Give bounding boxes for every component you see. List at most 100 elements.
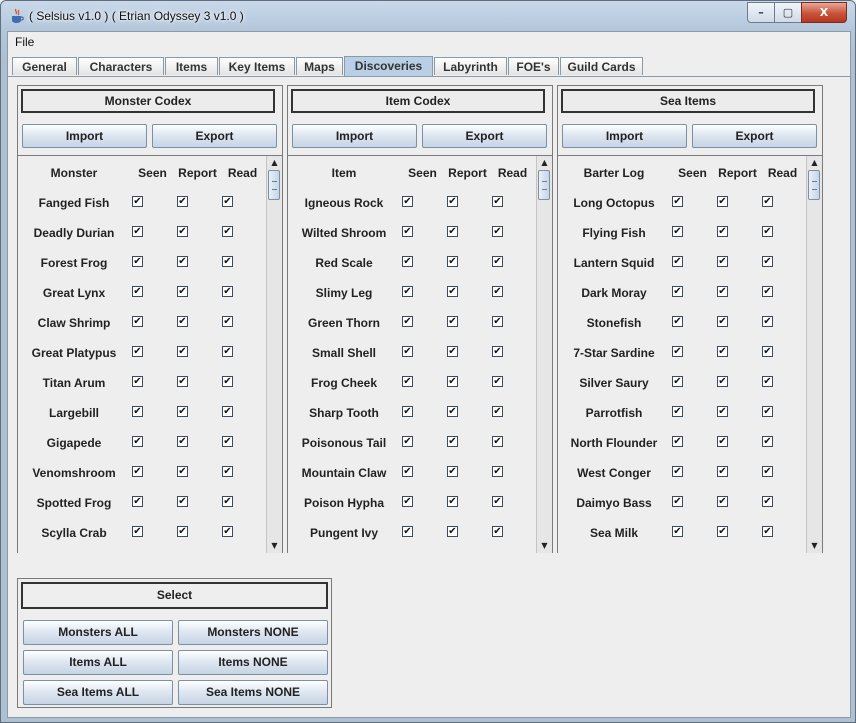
read-checkbox[interactable]: ✔ (762, 226, 773, 237)
read-checkbox[interactable]: ✔ (222, 346, 233, 357)
tab-general[interactable]: General (12, 57, 77, 75)
report-checkbox[interactable]: ✔ (447, 406, 458, 417)
read-checkbox[interactable]: ✔ (222, 286, 233, 297)
tab-discoveries[interactable]: Discoveries (344, 56, 433, 76)
report-checkbox[interactable]: ✔ (177, 436, 188, 447)
report-checkbox[interactable]: ✔ (177, 406, 188, 417)
tab-foe-s[interactable]: FOE's (508, 57, 559, 75)
maximize-button[interactable]: ▢ (774, 2, 802, 23)
report-checkbox[interactable]: ✔ (177, 316, 188, 327)
read-checkbox[interactable]: ✔ (492, 496, 503, 507)
seen-checkbox[interactable]: ✔ (132, 406, 143, 417)
read-checkbox[interactable]: ✔ (222, 496, 233, 507)
read-checkbox[interactable]: ✔ (492, 436, 503, 447)
report-checkbox[interactable]: ✔ (177, 376, 188, 387)
scroll-down-arrow-icon[interactable]: ▼ (537, 539, 552, 553)
seen-checkbox[interactable]: ✔ (402, 496, 413, 507)
items-all-button[interactable]: Items ALL (23, 650, 173, 675)
read-checkbox[interactable]: ✔ (222, 466, 233, 477)
tab-characters[interactable]: Characters (78, 57, 164, 75)
seen-checkbox[interactable]: ✔ (132, 526, 143, 537)
report-checkbox[interactable]: ✔ (717, 436, 728, 447)
report-checkbox[interactable]: ✔ (717, 286, 728, 297)
report-checkbox[interactable]: ✔ (717, 346, 728, 357)
seen-checkbox[interactable]: ✔ (132, 196, 143, 207)
vertical-scrollbar[interactable]: ▲ ▼ (806, 156, 822, 553)
report-checkbox[interactable]: ✔ (447, 226, 458, 237)
close-button[interactable]: X (801, 2, 847, 23)
read-checkbox[interactable]: ✔ (492, 466, 503, 477)
vertical-scrollbar[interactable]: ▲ ▼ (536, 156, 552, 553)
tab-items[interactable]: Items (165, 57, 218, 75)
seen-checkbox[interactable]: ✔ (132, 346, 143, 357)
seen-checkbox[interactable]: ✔ (132, 256, 143, 267)
seen-checkbox[interactable]: ✔ (672, 496, 683, 507)
report-checkbox[interactable]: ✔ (717, 466, 728, 477)
seen-checkbox[interactable]: ✔ (402, 466, 413, 477)
seen-checkbox[interactable]: ✔ (132, 316, 143, 327)
read-checkbox[interactable]: ✔ (222, 436, 233, 447)
read-checkbox[interactable]: ✔ (762, 196, 773, 207)
read-checkbox[interactable]: ✔ (492, 256, 503, 267)
seen-checkbox[interactable]: ✔ (402, 346, 413, 357)
seen-checkbox[interactable]: ✔ (672, 256, 683, 267)
monster-codex-import-button[interactable]: Import (22, 124, 147, 148)
read-checkbox[interactable]: ✔ (492, 316, 503, 327)
read-checkbox[interactable]: ✔ (492, 226, 503, 237)
report-checkbox[interactable]: ✔ (177, 346, 188, 357)
seen-checkbox[interactable]: ✔ (672, 226, 683, 237)
seen-checkbox[interactable]: ✔ (402, 286, 413, 297)
menu-file[interactable]: File (15, 35, 34, 49)
report-checkbox[interactable]: ✔ (717, 196, 728, 207)
report-checkbox[interactable]: ✔ (717, 526, 728, 537)
read-checkbox[interactable]: ✔ (222, 196, 233, 207)
report-checkbox[interactable]: ✔ (447, 256, 458, 267)
read-checkbox[interactable]: ✔ (222, 406, 233, 417)
seen-checkbox[interactable]: ✔ (672, 466, 683, 477)
vertical-scrollbar[interactable]: ▲ ▼ (266, 156, 282, 553)
scroll-down-arrow-icon[interactable]: ▼ (267, 539, 282, 553)
read-checkbox[interactable]: ✔ (762, 256, 773, 267)
sea-items-import-button[interactable]: Import (562, 124, 687, 148)
report-checkbox[interactable]: ✔ (447, 496, 458, 507)
report-checkbox[interactable]: ✔ (177, 466, 188, 477)
scroll-up-arrow-icon[interactable]: ▲ (537, 156, 552, 170)
read-checkbox[interactable]: ✔ (222, 376, 233, 387)
scrollbar-thumb[interactable] (268, 170, 280, 200)
seen-checkbox[interactable]: ✔ (672, 526, 683, 537)
seen-checkbox[interactable]: ✔ (672, 376, 683, 387)
report-checkbox[interactable]: ✔ (177, 526, 188, 537)
seen-checkbox[interactable]: ✔ (402, 196, 413, 207)
tab-labyrinth[interactable]: Labyrinth (434, 57, 507, 75)
monsters-all-button[interactable]: Monsters ALL (23, 620, 173, 645)
seen-checkbox[interactable]: ✔ (402, 316, 413, 327)
report-checkbox[interactable]: ✔ (177, 286, 188, 297)
seen-checkbox[interactable]: ✔ (132, 466, 143, 477)
seen-checkbox[interactable]: ✔ (132, 226, 143, 237)
seen-checkbox[interactable]: ✔ (132, 436, 143, 447)
seen-checkbox[interactable]: ✔ (672, 196, 683, 207)
seen-checkbox[interactable]: ✔ (132, 496, 143, 507)
report-checkbox[interactable]: ✔ (447, 316, 458, 327)
item-codex-import-button[interactable]: Import (292, 124, 417, 148)
report-checkbox[interactable]: ✔ (717, 256, 728, 267)
seen-checkbox[interactable]: ✔ (402, 376, 413, 387)
tab-guild-cards[interactable]: Guild Cards (560, 57, 643, 75)
read-checkbox[interactable]: ✔ (492, 376, 503, 387)
monster-codex-list[interactable]: Monster Seen Report Read Fanged Fish ✔ ✔ ✔ Deadl… (18, 155, 282, 553)
seen-checkbox[interactable]: ✔ (672, 346, 683, 357)
read-checkbox[interactable]: ✔ (762, 436, 773, 447)
read-checkbox[interactable]: ✔ (762, 526, 773, 537)
sea-items-none-button[interactable]: Sea Items NONE (178, 680, 328, 705)
seen-checkbox[interactable]: ✔ (672, 406, 683, 417)
read-checkbox[interactable]: ✔ (222, 526, 233, 537)
seen-checkbox[interactable]: ✔ (672, 286, 683, 297)
report-checkbox[interactable]: ✔ (447, 196, 458, 207)
seen-checkbox[interactable]: ✔ (672, 436, 683, 447)
sea-items-list[interactable]: Barter Log Seen Report Read Long Octopus ✔ ✔ ✔ F… (558, 155, 822, 553)
read-checkbox[interactable]: ✔ (762, 496, 773, 507)
tab-key-items[interactable]: Key Items (219, 57, 295, 75)
seen-checkbox[interactable]: ✔ (402, 526, 413, 537)
report-checkbox[interactable]: ✔ (717, 406, 728, 417)
read-checkbox[interactable]: ✔ (222, 256, 233, 267)
